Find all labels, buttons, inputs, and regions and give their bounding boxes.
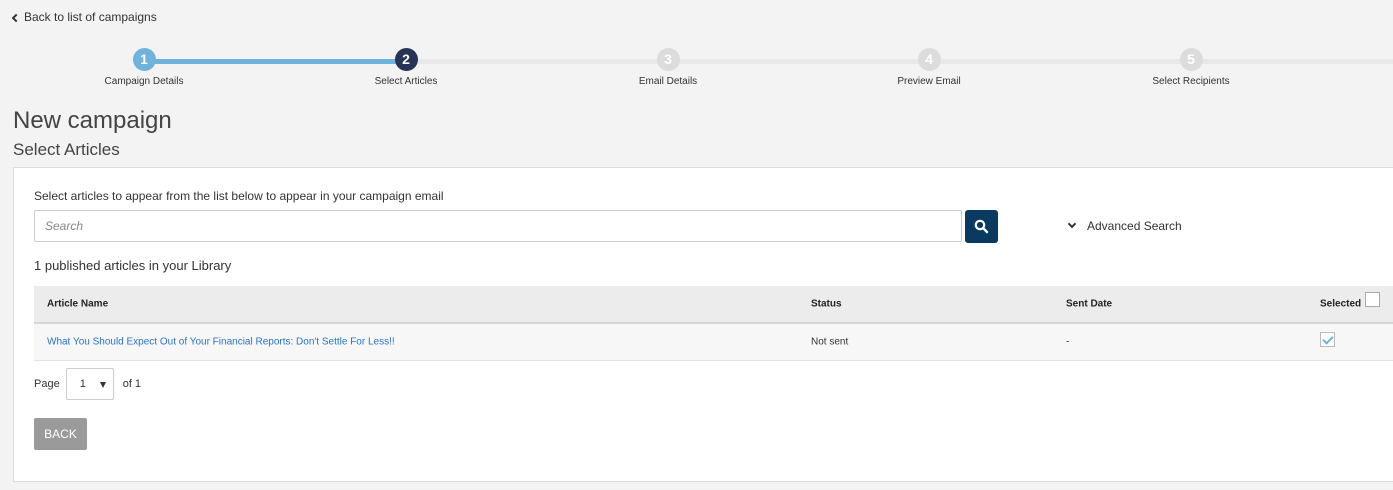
step-select-articles: 2 Select Articles bbox=[326, 48, 486, 87]
table-row: What You Should Expect Out of Your Finan… bbox=[34, 324, 1393, 361]
caret-down-icon bbox=[99, 382, 106, 388]
advanced-search-toggle[interactable]: Advanced Search bbox=[1067, 219, 1182, 233]
step-preview-email: 4 Preview Email bbox=[849, 48, 1009, 87]
back-to-campaigns-link[interactable]: Back to list of campaigns bbox=[11, 10, 157, 24]
step-number: 5 bbox=[1179, 48, 1203, 71]
articles-table: Article Name Status Sent Date Selected W… bbox=[34, 286, 1393, 361]
article-name-link[interactable]: What You Should Expect Out of Your Finan… bbox=[47, 337, 395, 348]
page-label: Page bbox=[34, 378, 60, 390]
table-header: Article Name Status Sent Date Selected bbox=[34, 286, 1393, 324]
header-sent-date[interactable]: Sent Date bbox=[1066, 299, 1112, 310]
step-label: Select Articles bbox=[374, 76, 438, 87]
step-campaign-details: 1 Campaign Details bbox=[64, 48, 224, 87]
step-label: Email Details bbox=[638, 76, 698, 87]
progress-stepper: 1 Campaign Details 2 Select Articles 3 E… bbox=[0, 48, 1393, 94]
header-selected: Selected bbox=[1320, 298, 1362, 310]
step-email-details: 3 Email Details bbox=[588, 48, 748, 87]
chevron-left-icon bbox=[11, 13, 21, 22]
step-number: 4 bbox=[917, 48, 941, 71]
step-number: 2 bbox=[394, 48, 418, 71]
page-total-label: of 1 bbox=[122, 378, 142, 390]
select-articles-panel: Select articles to appear from the list … bbox=[13, 167, 1393, 482]
chevron-down-icon bbox=[1067, 219, 1077, 229]
pagination: Page 1 of 1 bbox=[34, 368, 141, 400]
search-icon bbox=[974, 219, 989, 234]
page-subtitle: Select Articles bbox=[13, 140, 120, 159]
article-sent-date: - bbox=[1066, 336, 1070, 348]
instructions-text: Select articles to appear from the list … bbox=[34, 189, 444, 203]
header-status[interactable]: Status bbox=[811, 299, 842, 310]
search-button[interactable] bbox=[965, 210, 998, 243]
page-select[interactable]: 1 bbox=[65, 368, 114, 400]
back-button[interactable]: BACK bbox=[34, 418, 87, 450]
header-article-name[interactable]: Article Name bbox=[47, 299, 108, 310]
back-link-label: Back to list of campaigns bbox=[24, 10, 157, 24]
step-label: Select Recipients bbox=[1152, 76, 1230, 87]
advanced-search-label: Advanced Search bbox=[1087, 219, 1182, 233]
row-select-checkbox[interactable] bbox=[1320, 332, 1335, 347]
page-title: New campaign bbox=[13, 107, 172, 134]
step-label: Campaign Details bbox=[104, 76, 184, 87]
search-input[interactable] bbox=[34, 210, 962, 242]
step-select-recipients: 5 Select Recipients bbox=[1111, 48, 1271, 87]
page-select-value: 1 bbox=[79, 378, 86, 390]
step-number: 1 bbox=[132, 48, 156, 71]
step-label: Preview Email bbox=[897, 76, 961, 87]
select-all-checkbox[interactable] bbox=[1365, 292, 1380, 307]
step-number: 3 bbox=[656, 48, 680, 71]
article-status: Not sent bbox=[811, 336, 849, 348]
article-count: 1 published articles in your Library bbox=[34, 258, 232, 273]
